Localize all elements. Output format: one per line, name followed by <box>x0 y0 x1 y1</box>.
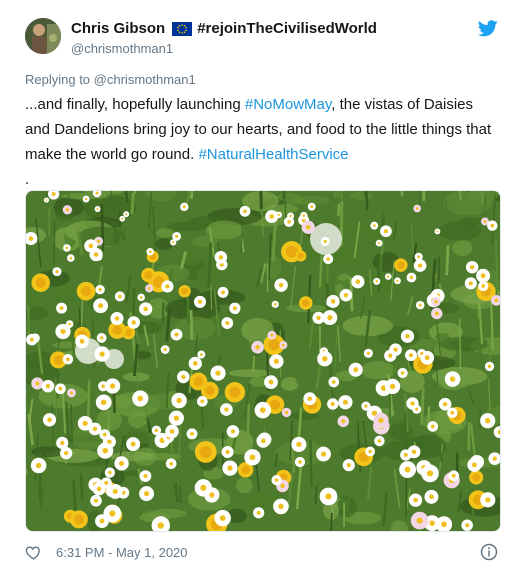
twitter-bird-icon[interactable] <box>477 20 498 37</box>
heart-icon[interactable] <box>25 544 42 561</box>
tweet-media-photo[interactable] <box>25 190 501 532</box>
replying-to-line: Replying to @chrismothman1 <box>25 72 196 87</box>
tweet-card: Chris Gibson #rejoinTheCivilisedWorld @c… <box>10 8 506 564</box>
tweet-text: ...and finally, hopefully launching #NoM… <box>25 92 497 192</box>
replying-mention-link[interactable]: @chrismothman1 <box>94 72 196 87</box>
author-handle[interactable]: @chrismothman1 <box>71 41 173 56</box>
author-name-row[interactable]: Chris Gibson #rejoinTheCivilisedWorld <box>71 20 377 37</box>
tweet-timestamp-link[interactable]: 6:31 PM - May 1, 2020 <box>56 545 188 560</box>
author-name-suffix[interactable]: #rejoinTheCivilisedWorld <box>197 20 377 37</box>
author-display-name[interactable]: Chris Gibson <box>71 20 165 37</box>
info-icon[interactable] <box>480 543 498 561</box>
eu-flag-icon <box>172 21 193 36</box>
tweet-text-part: . <box>25 171 30 188</box>
avatar[interactable] <box>25 18 61 54</box>
hashtag-link-nomowmay[interactable]: #NoMowMay <box>245 96 331 113</box>
tweet-footer: 6:31 PM - May 1, 2020 <box>25 544 188 561</box>
replying-prefix: Replying to <box>25 72 91 87</box>
hashtag-link-naturalhealthservice[interactable]: #NaturalHealthService <box>198 146 348 163</box>
tweet-text-part: ...and finally, hopefully launching <box>25 96 245 113</box>
